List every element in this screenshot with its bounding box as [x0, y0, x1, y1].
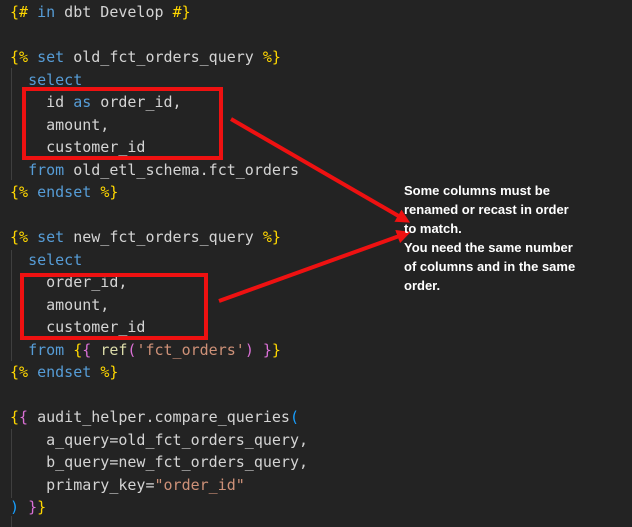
code-token: select	[28, 71, 82, 89]
code-token: {	[82, 341, 91, 359]
code-token	[91, 341, 100, 359]
code-line[interactable]: {% endset %}	[10, 361, 632, 384]
note-line: renamed or recast in order	[404, 200, 624, 219]
code-token	[10, 341, 28, 359]
code-token: "order_id"	[155, 476, 245, 494]
note-line: You need the same number	[404, 238, 624, 257]
code-token: audit_helper.compare_queries	[28, 408, 290, 426]
code-token: %}	[263, 48, 281, 66]
code-token: {%	[10, 228, 28, 246]
code-token: select	[28, 251, 82, 269]
code-line[interactable]	[10, 384, 632, 407]
code-token	[91, 183, 100, 201]
code-line[interactable]: b_query=new_fct_orders_query,	[10, 451, 632, 474]
indent-guide	[11, 516, 12, 527]
code-line[interactable]: {# in dbt Develop #}	[10, 1, 632, 24]
code-token: #}	[173, 3, 191, 21]
highlight-box-new-columns	[20, 273, 208, 340]
code-token: %}	[100, 363, 118, 381]
code-token: primary_key=	[10, 476, 155, 494]
code-token: }	[37, 498, 46, 516]
code-token: }	[263, 341, 272, 359]
code-token: )	[245, 341, 254, 359]
code-token: from	[28, 341, 64, 359]
code-token	[254, 341, 263, 359]
code-token	[10, 251, 28, 269]
indent-guide	[11, 429, 12, 498]
code-token	[28, 183, 37, 201]
code-token: old_etl_schema.fct_orders	[64, 161, 299, 179]
indent-guide	[11, 68, 12, 180]
note-line: Some columns must be	[404, 181, 624, 200]
code-token: endset	[37, 183, 91, 201]
note-line: order.	[404, 276, 624, 295]
code-token: %}	[263, 228, 281, 246]
code-token: }	[28, 498, 37, 516]
code-token: ref	[100, 341, 127, 359]
code-token: set	[37, 228, 64, 246]
code-token: from	[28, 161, 64, 179]
code-token: old_fct_orders_query	[64, 48, 263, 66]
code-editor: {# in dbt Develop #} {% set old_fct_orde…	[0, 0, 632, 527]
code-line[interactable]: a_query=old_fct_orders_query,	[10, 429, 632, 452]
code-token: in	[37, 3, 55, 21]
code-line[interactable]: from {{ ref('fct_orders') }}	[10, 339, 632, 362]
code-token: {	[19, 408, 28, 426]
code-line[interactable]: ) }}	[10, 496, 632, 519]
code-token	[28, 3, 37, 21]
code-line[interactable]: {% set old_fct_orders_query %}	[10, 46, 632, 69]
code-token: {	[10, 408, 19, 426]
code-token: (	[290, 408, 299, 426]
code-token: }	[272, 341, 281, 359]
code-line[interactable]	[10, 24, 632, 47]
code-token: b_query=new_fct_orders_query,	[10, 453, 308, 471]
code-token: endset	[37, 363, 91, 381]
code-token: {%	[10, 363, 28, 381]
code-token: {#	[10, 3, 28, 21]
code-line[interactable]: from old_etl_schema.fct_orders	[10, 159, 632, 182]
highlight-box-old-columns	[22, 87, 223, 160]
code-token: )	[10, 498, 19, 516]
code-token	[10, 161, 28, 179]
code-token	[19, 498, 28, 516]
code-token	[28, 363, 37, 381]
code-token: new_fct_orders_query	[64, 228, 263, 246]
code-token: 'fct_orders'	[136, 341, 244, 359]
code-token	[28, 48, 37, 66]
code-token: set	[37, 48, 64, 66]
code-token: {%	[10, 48, 28, 66]
code-token	[64, 341, 73, 359]
annotation-note: Some columns must be renamed or recast i…	[404, 181, 624, 295]
code-token: dbt Develop	[55, 3, 172, 21]
code-token	[91, 363, 100, 381]
code-token: {%	[10, 183, 28, 201]
code-token	[10, 71, 28, 89]
code-line[interactable]: {{ audit_helper.compare_queries(	[10, 406, 632, 429]
indent-guide	[11, 250, 12, 361]
code-token	[28, 228, 37, 246]
code-line[interactable]: primary_key="order_id"	[10, 474, 632, 497]
note-line: of columns and in the same	[404, 257, 624, 276]
code-token: {	[73, 341, 82, 359]
note-line: to match.	[404, 219, 624, 238]
code-token: a_query=old_fct_orders_query,	[10, 431, 308, 449]
code-token: %}	[100, 183, 118, 201]
